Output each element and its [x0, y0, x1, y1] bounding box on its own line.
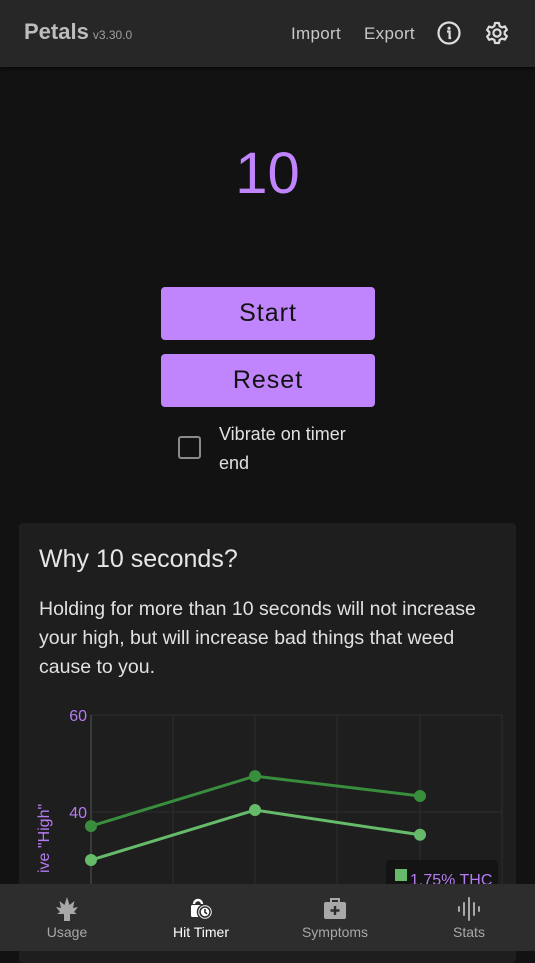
y-tick-label: 60	[69, 708, 87, 725]
nav-symptoms[interactable]: Symptoms	[268, 884, 402, 951]
start-button[interactable]: Start	[161, 287, 375, 340]
medical-kit-icon	[324, 898, 346, 919]
data-point	[85, 854, 97, 867]
cannabis-leaf-icon	[56, 897, 78, 921]
data-point	[414, 789, 426, 802]
nav-usage[interactable]: Usage	[0, 884, 134, 951]
timer-display: 10	[235, 141, 300, 206]
export-button[interactable]: Export	[364, 24, 415, 44]
app-title: Petals v3.30.0	[24, 19, 133, 44]
vibrate-checkbox[interactable]	[178, 436, 201, 459]
reset-button[interactable]: Reset	[161, 354, 375, 407]
data-point	[249, 804, 261, 817]
waveform-icon	[458, 897, 480, 921]
version-label: v3.30.0	[92, 28, 133, 42]
info-icon[interactable]	[436, 20, 462, 46]
high-chart: 6040ive "High"1.75% THC	[36, 708, 503, 903]
card-body: Holding for more than 10 seconds will no…	[39, 598, 476, 678]
data-point	[85, 820, 97, 833]
y-tick-label: 40	[69, 805, 87, 822]
y-axis-label: ive "High"	[36, 804, 53, 873]
timer-lock-icon	[191, 898, 214, 921]
bottom-nav: Usage Hit Timer Symptoms Stats	[0, 884, 535, 951]
data-point	[249, 770, 261, 783]
nav-hit-timer[interactable]: Hit Timer	[134, 884, 268, 951]
app-bar: Petals v3.30.0 Import Export	[0, 0, 535, 67]
nav-stats[interactable]: Stats	[402, 884, 535, 951]
data-point	[414, 828, 426, 841]
card-title: Why 10 seconds?	[39, 545, 238, 573]
gear-icon[interactable]	[484, 20, 510, 46]
vibrate-label[interactable]: Vibrate on timer end	[219, 420, 379, 478]
legend-swatch	[395, 869, 407, 881]
import-button[interactable]: Import	[291, 24, 341, 44]
